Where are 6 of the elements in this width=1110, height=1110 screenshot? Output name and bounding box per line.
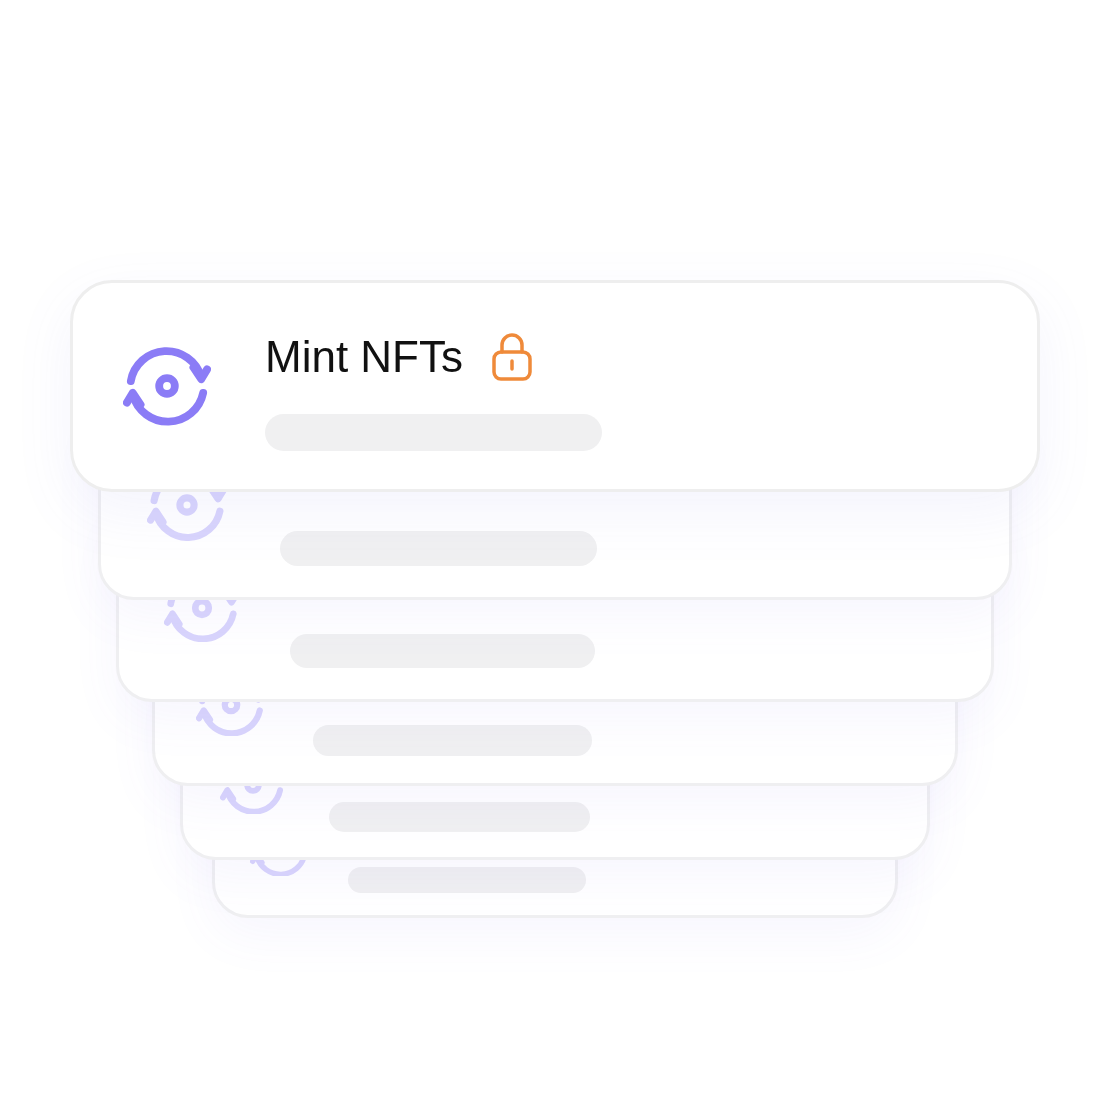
lock-icon — [491, 332, 533, 381]
sync-icon — [196, 702, 266, 736]
card-title: Mint NFTs — [265, 331, 463, 382]
sync-icon — [147, 492, 227, 541]
sync-icon — [164, 600, 240, 642]
sync-icon — [220, 786, 286, 814]
